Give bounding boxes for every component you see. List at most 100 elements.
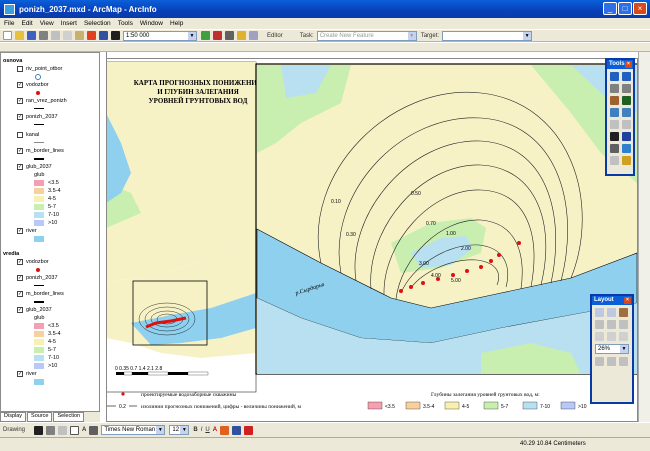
minimize-button[interactable]: _ (603, 2, 617, 15)
vertical-scrollbar[interactable] (638, 52, 650, 422)
full-extent-icon[interactable] (622, 96, 631, 105)
paste-icon[interactable] (75, 31, 84, 40)
font-color-icon[interactable]: A (213, 427, 217, 433)
maximize-button[interactable]: □ (618, 2, 632, 15)
tab-source[interactable]: Source (27, 412, 53, 422)
tab-selection[interactable]: Selection (53, 412, 85, 422)
zoom-in-icon[interactable] (610, 72, 619, 81)
editor-menu[interactable]: Editor (267, 33, 283, 39)
delete-icon[interactable] (87, 31, 96, 40)
task-combo[interactable]: Create New Feature ▼ (316, 30, 417, 41)
zoom-whole-page-icon[interactable] (619, 320, 628, 329)
bold-button[interactable]: B (193, 427, 197, 433)
previous-extent-icon[interactable] (607, 332, 616, 341)
fixed-zoom-in-icon[interactable] (610, 84, 619, 93)
zoom-to-selected-icon[interactable] (58, 425, 68, 435)
fixed-zoom-out-icon[interactable] (622, 84, 631, 93)
zoom-100-icon[interactable] (595, 332, 604, 341)
marker-color-icon[interactable] (244, 425, 254, 435)
layer-checkbox[interactable]: ✓ (17, 227, 23, 234)
close-button[interactable]: × (633, 2, 647, 15)
font-size-combo[interactable]: 12 ▼ (169, 425, 190, 435)
open-icon[interactable] (15, 31, 24, 40)
select-elements-icon[interactable] (610, 132, 619, 141)
editor-toolbar-icon[interactable] (201, 31, 210, 40)
target-combo[interactable]: ▼ (442, 30, 533, 41)
menu-selection[interactable]: Selection (84, 20, 111, 27)
menu-help[interactable]: Help (170, 20, 183, 27)
toc-layer[interactable]: ✓ vodozbor (17, 80, 49, 89)
close-icon[interactable]: × (624, 297, 631, 304)
help-icon[interactable] (249, 31, 258, 40)
select-features-icon[interactable] (610, 120, 619, 129)
rectangle-icon[interactable] (70, 425, 80, 435)
fixed-zoom-out-page-icon[interactable] (607, 320, 616, 329)
toc-layer[interactable]: ✓ vodozbor (17, 257, 49, 266)
save-icon[interactable] (27, 31, 36, 40)
cut-icon[interactable] (51, 31, 60, 40)
pan-icon[interactable] (610, 96, 619, 105)
tab-display[interactable]: Display (0, 412, 27, 422)
menu-insert[interactable]: Insert (61, 20, 77, 27)
line-color-icon[interactable] (232, 425, 242, 435)
layout-palette-header[interactable]: Layout × (592, 296, 632, 305)
layer-checkbox[interactable] (17, 131, 23, 138)
layout-view[interactable]: 0 0.35 0.7 1.4 2.1 2.8 КАРТА ПРОГНОЗНЫХ … (100, 52, 638, 422)
layer-checkbox[interactable] (17, 65, 23, 72)
hyperlink-icon[interactable] (610, 156, 619, 165)
tools-palette-header[interactable]: Tools × (607, 60, 633, 69)
layer-checkbox[interactable]: ✓ (17, 163, 23, 170)
zoom-out-page-icon[interactable] (607, 308, 616, 317)
change-layout-icon[interactable] (619, 357, 628, 366)
select-elements-icon[interactable] (34, 425, 44, 435)
text-tool-icon[interactable]: A (82, 427, 86, 433)
focus-frame-icon[interactable] (607, 357, 616, 366)
next-extent-icon[interactable] (619, 332, 628, 341)
edit-vertices-icon[interactable] (89, 425, 99, 435)
command-line-icon[interactable] (225, 31, 234, 40)
find-icon[interactable] (610, 144, 619, 153)
close-icon[interactable]: × (625, 61, 632, 68)
toggle-draft-icon[interactable] (595, 357, 604, 366)
add-data-icon[interactable] (111, 31, 120, 40)
layer-checkbox[interactable]: ✓ (17, 274, 23, 281)
forward-icon[interactable] (622, 108, 631, 117)
layer-checkbox[interactable]: ✓ (17, 370, 23, 377)
layer-checkbox[interactable]: ✓ (17, 97, 23, 104)
layer-checkbox[interactable]: ✓ (17, 81, 23, 88)
layer-checkbox[interactable]: ✓ (17, 113, 23, 120)
measure-icon[interactable] (622, 144, 631, 153)
undo-icon[interactable] (99, 31, 108, 40)
layer-checkbox[interactable]: ✓ (17, 147, 23, 154)
class-swatch: >10 (34, 218, 57, 227)
copy-icon[interactable] (63, 31, 72, 40)
menu-file[interactable]: File (4, 20, 14, 27)
layer-checkbox[interactable]: ✓ (17, 290, 23, 297)
drawing-menu[interactable]: Drawing (3, 427, 25, 433)
print-icon[interactable] (39, 31, 48, 40)
menu-window[interactable]: Window (140, 20, 163, 27)
zoom-out-icon[interactable] (622, 72, 631, 81)
underline-button[interactable]: U (205, 427, 209, 433)
new-icon[interactable] (3, 31, 12, 40)
menu-edit[interactable]: Edit (21, 20, 32, 27)
pan-page-icon[interactable] (619, 308, 628, 317)
scale-combo[interactable]: 1:50 000 ▼ (123, 30, 197, 41)
identify-icon[interactable] (622, 132, 631, 141)
layer-checkbox[interactable]: ✓ (17, 306, 23, 313)
menu-tools[interactable]: Tools (118, 20, 133, 27)
zoom-in-page-icon[interactable] (595, 308, 604, 317)
italic-button[interactable]: I (201, 427, 203, 433)
menu-view[interactable]: View (40, 20, 54, 27)
back-icon[interactable] (610, 108, 619, 117)
lightning-icon[interactable] (622, 156, 631, 165)
model-icon[interactable] (237, 31, 246, 40)
arctoolbox-icon[interactable] (213, 31, 222, 40)
layout-zoom-combo[interactable]: 26% ▼ (595, 344, 629, 354)
fill-color-icon[interactable] (220, 425, 230, 435)
clear-selection-icon[interactable] (622, 120, 631, 129)
layer-checkbox[interactable]: ✓ (17, 258, 23, 265)
rotate-icon[interactable] (46, 425, 56, 435)
fixed-zoom-in-page-icon[interactable] (595, 320, 604, 329)
font-combo[interactable]: Times New Roman ▼ (101, 425, 166, 435)
